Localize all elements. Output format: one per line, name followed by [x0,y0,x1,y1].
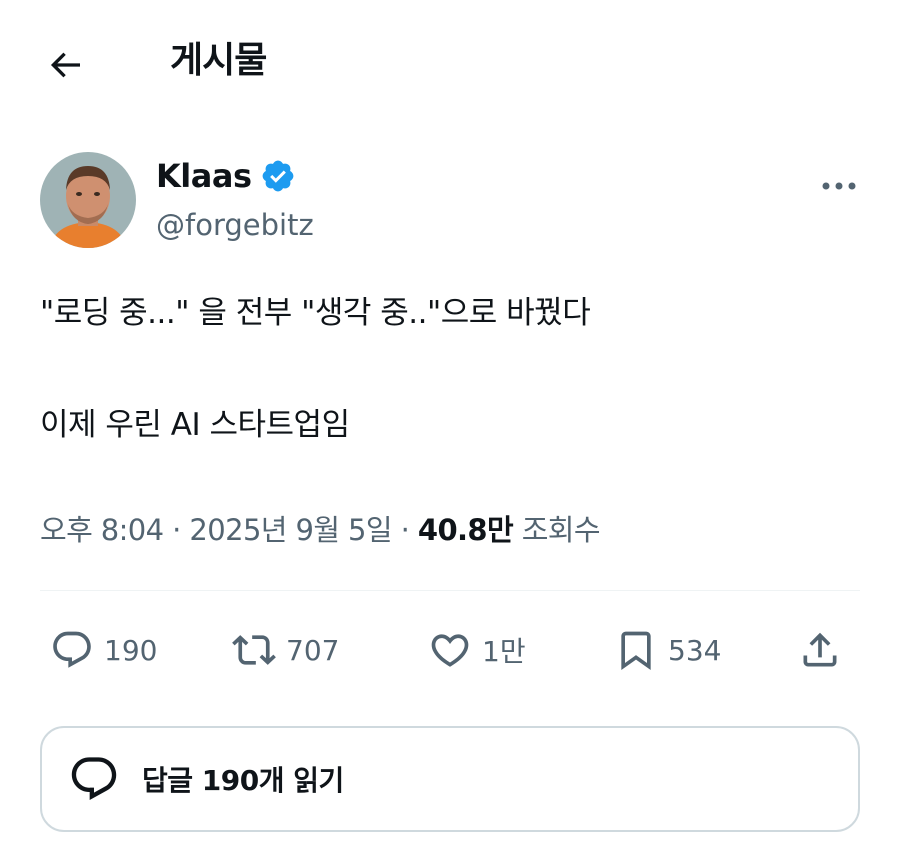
like-count: 1만 [482,635,526,668]
repost-button[interactable]: 707 [232,618,339,682]
bookmark-icon [621,631,651,671]
reply-button[interactable]: 190 [50,618,157,682]
reply-count: 190 [104,633,158,667]
author-name: Klaas [156,157,252,195]
tweet-time[interactable]: 오후 8:04 [40,513,164,547]
avatar[interactable] [40,152,136,248]
divider [40,590,860,591]
meta-separator: · [172,513,181,547]
arrow-left-icon [50,52,80,78]
share-button[interactable] [798,618,842,682]
meta-separator: · [400,513,410,547]
verified-badge-icon [260,158,296,194]
action-bar: 190 707 1만 534 [40,618,860,682]
conversation-icon [71,757,117,801]
tweet-date[interactable]: 2025년 9월 5일 [189,513,392,547]
view-count: 40.8만 [417,513,514,547]
read-replies-button[interactable]: 답글 190개 읽기 [40,726,860,832]
bookmark-button[interactable]: 534 [614,618,721,682]
reply-icon [53,631,91,668]
tweet-author: Klaas @forgebitz [38,152,868,252]
profile-photo-image [40,152,136,248]
share-icon [803,632,837,667]
tweet-text-line: "로딩 중..." 을 전부 "생각 중.."으로 바꿨다 [40,295,591,331]
more-options-button[interactable] [814,166,864,206]
tweet-meta: 오후 8:04 · 2025년 9월 5일 · 40.8만 조회수 [40,508,601,552]
repost-count: 707 [286,633,340,667]
bookmark-count: 534 [668,633,722,667]
view-count-label: 조회수 [521,513,601,547]
heart-icon [431,634,469,667]
author-name-row[interactable]: Klaas [156,156,296,196]
tweet-body: "로딩 중..." 을 전부 "생각 중.."으로 바꿨다 이제 우린 AI 스… [40,285,860,453]
read-replies-label: 답글 190개 읽기 [142,764,344,797]
page-title: 게시물 [170,40,267,81]
like-button[interactable]: 1만 [428,618,526,682]
repost-icon [232,635,276,665]
author-handle[interactable]: @forgebitz [156,206,314,244]
more-horizontal-icon [822,182,856,190]
top-bar: 게시물 [0,0,900,120]
tweet-text-line: 이제 우린 AI 스타트업임 [40,407,350,443]
back-button[interactable] [40,40,90,90]
